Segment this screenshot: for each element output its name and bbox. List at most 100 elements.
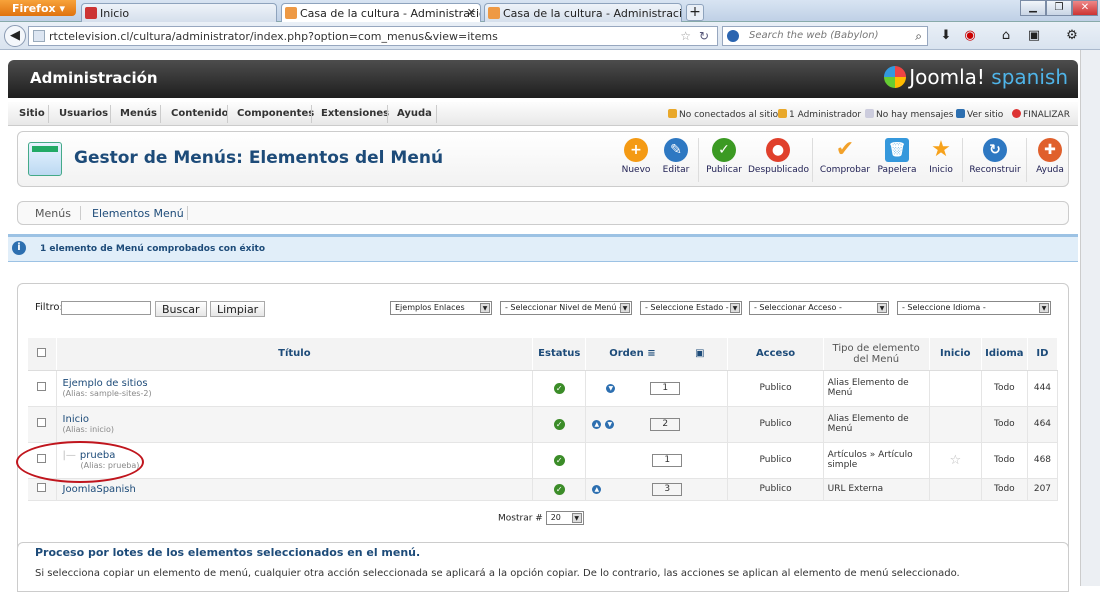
search-icon[interactable]: ⌕	[915, 29, 922, 44]
bookmarks-menu-icon[interactable]: ▣	[1026, 28, 1042, 44]
page-scrollbar[interactable]	[1080, 50, 1100, 586]
site-identity-icon[interactable]	[33, 30, 45, 42]
select-all-cell	[28, 338, 57, 371]
filter-input[interactable]	[61, 301, 151, 315]
star-icon: ★	[931, 137, 951, 162]
tab-inicio[interactable]: Inicio	[81, 3, 277, 22]
edit-icon: ✎	[664, 138, 688, 162]
tab-label: Casa de la cultura - Administración - Ge…	[503, 7, 682, 20]
row-checkbox[interactable]	[37, 382, 47, 391]
published-icon[interactable]: ✓	[553, 483, 565, 495]
help-button[interactable]: ✚ Ayuda	[1020, 138, 1080, 175]
search-input[interactable]: Search the web (Babylon) ⌕	[722, 26, 928, 46]
button-label: Editar	[662, 165, 690, 175]
status-text: Ver sitio	[967, 110, 1004, 120]
menu-menus[interactable]: Menús	[120, 108, 157, 119]
col-acceso[interactable]: Acceso	[727, 338, 824, 371]
back-button[interactable]: ◀	[4, 25, 26, 47]
row-checkbox[interactable]	[37, 483, 47, 492]
col-id[interactable]: ID	[1027, 338, 1059, 371]
order-cell: ▼ 1	[585, 370, 729, 407]
search-button[interactable]: Buscar	[155, 301, 207, 317]
menu-usuarios[interactable]: Usuarios	[59, 108, 108, 119]
order-input[interactable]: 2	[650, 417, 681, 431]
status-select[interactable]: - Seleccione Estado - ▼	[640, 301, 742, 315]
save-order-icon[interactable]: ▣	[695, 348, 704, 359]
clear-button[interactable]: Limpiar	[210, 301, 266, 317]
firefox-menu-button[interactable]: Firefox ▾	[0, 0, 76, 16]
unpublish-button[interactable]: ● Despublicado	[748, 138, 809, 175]
col-idioma[interactable]: Idioma	[981, 338, 1028, 371]
published-icon[interactable]: ✓	[553, 418, 565, 430]
tab-elementos-menu[interactable]: Elementos Menú	[92, 207, 184, 220]
menu-sitio[interactable]: Sitio	[19, 108, 45, 119]
chevron-down-icon: ▼	[480, 303, 490, 313]
order-input[interactable]: 3	[652, 482, 683, 496]
addon-icon[interactable]: ◉	[962, 28, 978, 44]
menu-level-select[interactable]: - Seleccionar Nivel de Menú - ▼	[500, 301, 632, 315]
rebuild-button[interactable]: ↻ Reconstruir	[965, 138, 1025, 175]
default-star-icon[interactable]: ☆	[929, 442, 982, 479]
item-alias: (Alias: inicio)	[62, 425, 115, 434]
menu-ayuda[interactable]: Ayuda	[397, 108, 432, 119]
order-cell: ▲ 3	[585, 478, 729, 501]
published-icon[interactable]: ✓	[553, 454, 565, 466]
checkin-button[interactable]: ✔ Comprobar	[815, 138, 875, 176]
message-text: 1 elemento de Menú comprobados con éxito	[40, 244, 266, 254]
col-estatus[interactable]: Estatus	[532, 338, 587, 371]
published-icon[interactable]: ✓	[553, 382, 565, 394]
new-tab-button[interactable]: +	[686, 4, 704, 21]
menu-extensiones[interactable]: Extensiones	[321, 108, 389, 119]
tab-casa-admin-1[interactable]: Casa de la cultura - Administración - ..…	[281, 3, 481, 22]
col-orden[interactable]: Orden ≡ ▣	[585, 338, 729, 371]
button-label: Despublicado	[748, 165, 809, 175]
new-icon: +	[624, 138, 648, 162]
table-row: Inicio (Alias: inicio) ✓ ▲ ▼ 2 Publico Alia…	[28, 406, 1059, 443]
order-input[interactable]: 1	[652, 453, 683, 467]
item-title-link[interactable]: Ejemplo de sitios	[63, 378, 533, 389]
submenu-tabs: Menús Elementos Menú	[17, 201, 1069, 225]
menu-divider	[387, 105, 388, 123]
download-icon[interactable]: ⬇	[938, 28, 954, 44]
url-bar[interactable]: rtctelevision.cl/cultura/administrator/i…	[28, 26, 718, 46]
minimize-button[interactable]: ▁	[1020, 0, 1046, 16]
id-cell: 468	[1027, 442, 1059, 479]
home-cell	[929, 406, 982, 443]
menu-manager-icon	[28, 142, 62, 176]
order-input[interactable]: 1	[650, 381, 681, 395]
ver-sitio-link[interactable]: Ver sitio	[956, 109, 1003, 120]
extension-icon[interactable]: ⚙	[1064, 28, 1080, 44]
reload-icon[interactable]: ↻	[699, 29, 709, 43]
col-titulo[interactable]: Título	[56, 338, 534, 371]
move-down-icon[interactable]: ▼	[606, 383, 616, 393]
maximize-button[interactable]: ❐	[1046, 0, 1072, 16]
access-select[interactable]: - Seleccionar Acceso - ▼	[749, 301, 889, 315]
tab-menus[interactable]: Menús	[35, 207, 71, 220]
menu-contenido[interactable]: Contenido	[171, 108, 228, 119]
tab-label: Inicio	[100, 7, 130, 20]
move-up-icon[interactable]: ▲	[592, 484, 602, 494]
menu-componentes[interactable]: Componentes	[237, 108, 314, 119]
close-window-button[interactable]: ✕	[1072, 0, 1098, 16]
tab-casa-admin-2[interactable]: Casa de la cultura - Administración - Ge…	[484, 3, 682, 22]
finalizar-link[interactable]: FINALIZAR	[1012, 109, 1070, 120]
row-checkbox[interactable]	[37, 418, 47, 427]
move-up-icon[interactable]: ▲	[592, 419, 602, 429]
home-cell	[929, 370, 982, 407]
bookmark-star-icon[interactable]: ☆	[680, 29, 691, 43]
status-mensajes[interactable]: No hay mensajes	[865, 109, 953, 120]
language-select[interactable]: - Seleccione Idioma - ▼	[897, 301, 1051, 315]
move-down-icon[interactable]: ▼	[605, 419, 615, 429]
select-all-checkbox[interactable]	[37, 347, 47, 357]
col-inicio[interactable]: Inicio	[929, 338, 982, 371]
menu-type-select[interactable]: Ejemplos Enlaces ▼	[390, 301, 492, 315]
home-icon[interactable]: ⌂	[998, 28, 1014, 44]
browser-tab-bar: Firefox ▾ Inicio Casa de la cultura - Ad…	[0, 0, 1100, 22]
toolbar-divider	[962, 138, 963, 182]
limit-select[interactable]: 20 ▼	[545, 511, 584, 525]
close-tab-icon[interactable]: ✕	[467, 6, 476, 19]
item-title-link[interactable]: Inicio	[63, 414, 533, 425]
search-engine-icon[interactable]	[727, 30, 739, 42]
publish-button[interactable]: ✓ Publicar	[694, 138, 754, 175]
item-title-link[interactable]: JoomlaSpanish	[63, 484, 533, 495]
